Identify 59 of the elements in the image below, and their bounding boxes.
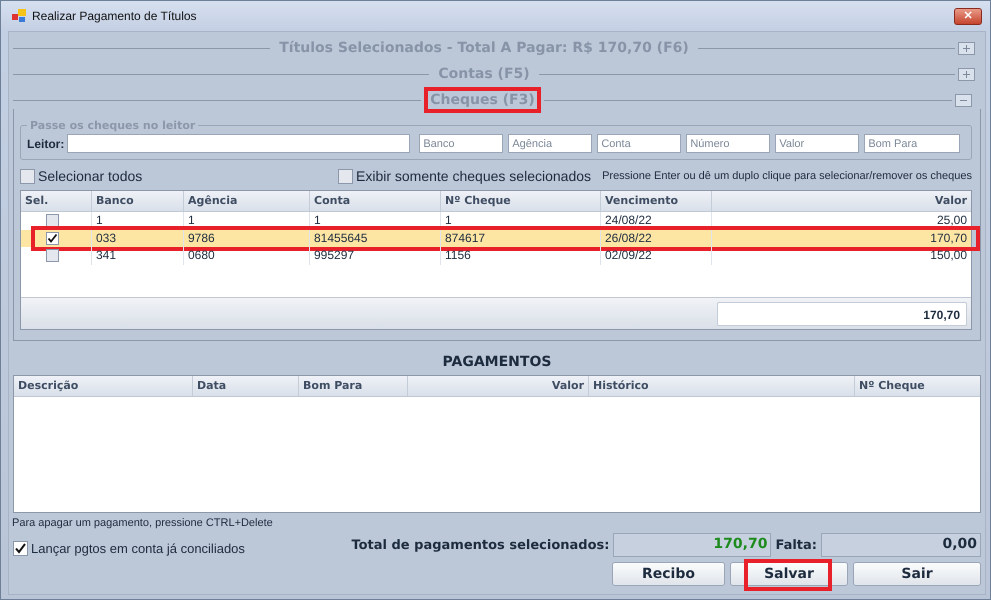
column-header[interactable]: Valor — [711, 191, 971, 211]
reader-field[interactable] — [67, 134, 410, 153]
input-field[interactable]: Número — [686, 134, 770, 153]
reader-label: Leitor: — [27, 136, 64, 150]
input-field[interactable]: Banco — [419, 134, 504, 153]
table-cell: 0680 — [183, 247, 309, 264]
column-header[interactable]: Data — [192, 376, 298, 396]
table-cell: 02/09/22 — [600, 247, 711, 264]
action-button[interactable]: Sair — [853, 562, 981, 586]
column-header[interactable]: Banco — [91, 191, 183, 211]
checkbox-label[interactable]: Exibir somente cheques selecionados — [356, 168, 592, 184]
input-field[interactable]: Conta — [597, 134, 682, 153]
table-cell: 874617 — [440, 230, 600, 247]
table-cell: 81455645 — [309, 230, 440, 247]
section-title: PAGAMENTOS — [442, 354, 552, 370]
table-cell: 033 — [91, 230, 183, 247]
hint-text: Para apagar um pagamento, pressione CTRL+Delete — [12, 517, 274, 529]
row-checkbox[interactable] — [46, 232, 58, 245]
section-toggle[interactable] — [958, 42, 976, 54]
checkbox[interactable] — [13, 541, 28, 556]
column-header[interactable]: Sel. — [21, 191, 91, 211]
table-cell: 26/08/22 — [600, 230, 711, 247]
missing-value: 0,00 — [821, 533, 981, 557]
table-cell: 150,00 — [711, 247, 971, 264]
column-header[interactable]: Bom Para — [298, 376, 407, 396]
input-field[interactable]: Agência — [508, 134, 592, 153]
input-field[interactable]: Bom Para — [864, 134, 960, 153]
column-header[interactable]: Descrição — [14, 376, 192, 396]
action-button[interactable]: Salvar — [730, 562, 848, 586]
row-checkbox[interactable] — [46, 249, 58, 262]
checkbox-label[interactable]: Lançar pgtos em conta já conciliados — [31, 541, 245, 556]
windows-icon — [12, 9, 26, 23]
hint-text: Pressione Enter ou dê um duplo clique para selecionar/remover os cheques — [602, 170, 972, 182]
table-cell: 9786 — [183, 230, 309, 247]
missing-label: Falta: — [775, 538, 817, 552]
column-header[interactable]: Valor — [407, 376, 588, 396]
table-cell: 341 — [91, 247, 183, 264]
table-cell: 170,70 — [711, 230, 971, 247]
checkbox[interactable] — [338, 168, 353, 184]
column-header[interactable]: Histórico — [588, 376, 854, 396]
checkbox[interactable] — [20, 168, 35, 184]
column-header[interactable]: Nº Cheque — [854, 376, 980, 396]
table-cell: 995297 — [309, 247, 440, 264]
section-toggle[interactable] — [958, 68, 975, 80]
column-header[interactable]: Conta — [309, 191, 440, 211]
total-label: Total de pagamentos selecionados: — [351, 538, 610, 552]
column-header[interactable]: Agência — [183, 191, 309, 211]
row-checkbox[interactable] — [46, 214, 58, 228]
column-header[interactable]: Vencimento — [600, 191, 711, 211]
window-title: Realizar Pagamento de Títulos — [32, 9, 197, 23]
total-value: 170,70 — [613, 533, 772, 557]
total-value: 170,70 — [717, 302, 967, 326]
column-header[interactable]: Nº Cheque — [440, 191, 600, 211]
action-button[interactable]: Recibo — [612, 562, 725, 586]
table-row[interactable]: 341 0680 995297 1156 02/09/22 150,00 — [21, 247, 971, 264]
table-cell: 1156 — [440, 247, 600, 264]
checkbox-label[interactable]: Selecionar todos — [38, 168, 142, 184]
input-field[interactable]: Valor — [775, 134, 860, 153]
section-toggle[interactable] — [955, 94, 972, 106]
